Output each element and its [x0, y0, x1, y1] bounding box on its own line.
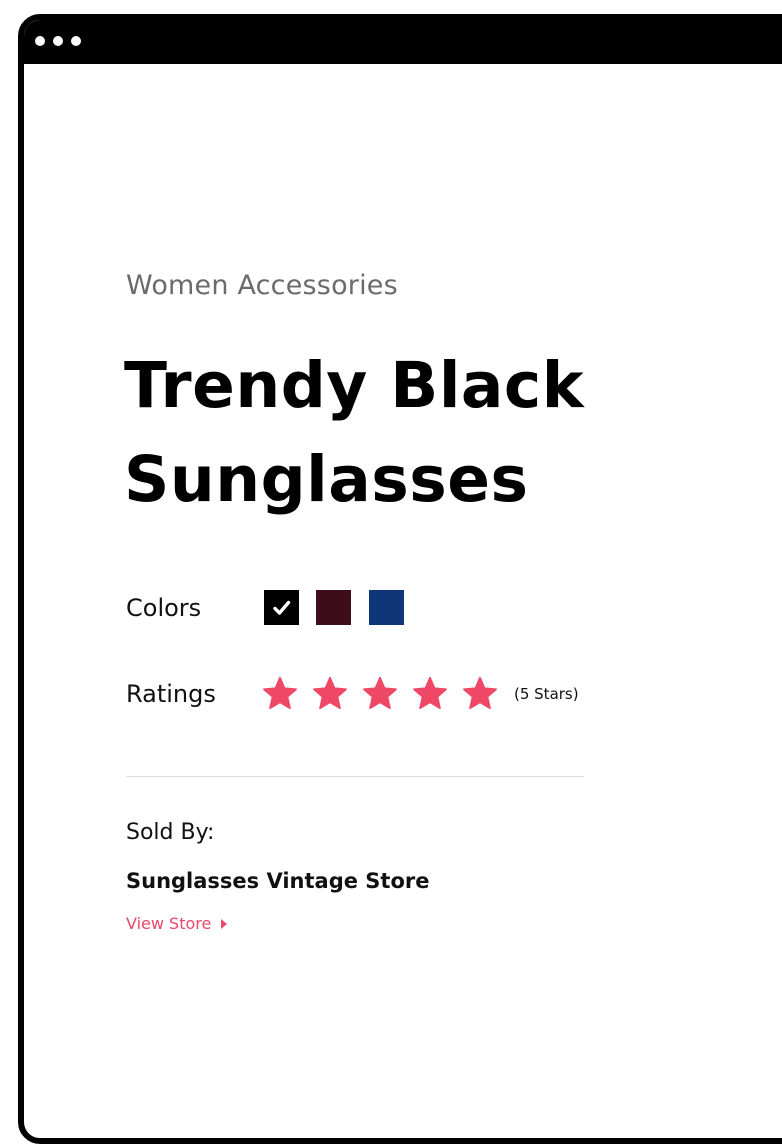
- product-category: Women Accessories: [126, 270, 398, 301]
- browser-window: [18, 14, 782, 1144]
- color-swatch-navy[interactable]: [369, 590, 404, 625]
- window-control-dot-icon[interactable]: [53, 36, 63, 46]
- window-titlebar: [24, 20, 782, 64]
- view-store-link[interactable]: View Store: [126, 914, 228, 933]
- window-control-dot-icon[interactable]: [35, 36, 45, 46]
- view-store-label: View Store: [126, 914, 212, 933]
- divider: [126, 776, 584, 777]
- star-icon: [363, 676, 397, 710]
- star-icon: [413, 676, 447, 710]
- ratings-count: (5 Stars): [514, 685, 579, 703]
- product-title: Trendy Black Sunglasses: [124, 349, 585, 516]
- colors-label: Colors: [126, 594, 202, 622]
- star-icon: [463, 676, 497, 710]
- color-swatch-maroon[interactable]: [316, 590, 351, 625]
- star-icon: [263, 676, 297, 710]
- sold-by-label: Sold By:: [126, 820, 215, 845]
- checkmark-icon: [273, 600, 291, 615]
- store-name: Sunglasses Vintage Store: [126, 869, 430, 893]
- color-swatch-black[interactable]: [264, 590, 299, 625]
- ratings-label: Ratings: [126, 680, 216, 708]
- star-icon: [313, 676, 347, 710]
- window-control-dot-icon[interactable]: [71, 36, 81, 46]
- caret-right-icon: [221, 919, 228, 929]
